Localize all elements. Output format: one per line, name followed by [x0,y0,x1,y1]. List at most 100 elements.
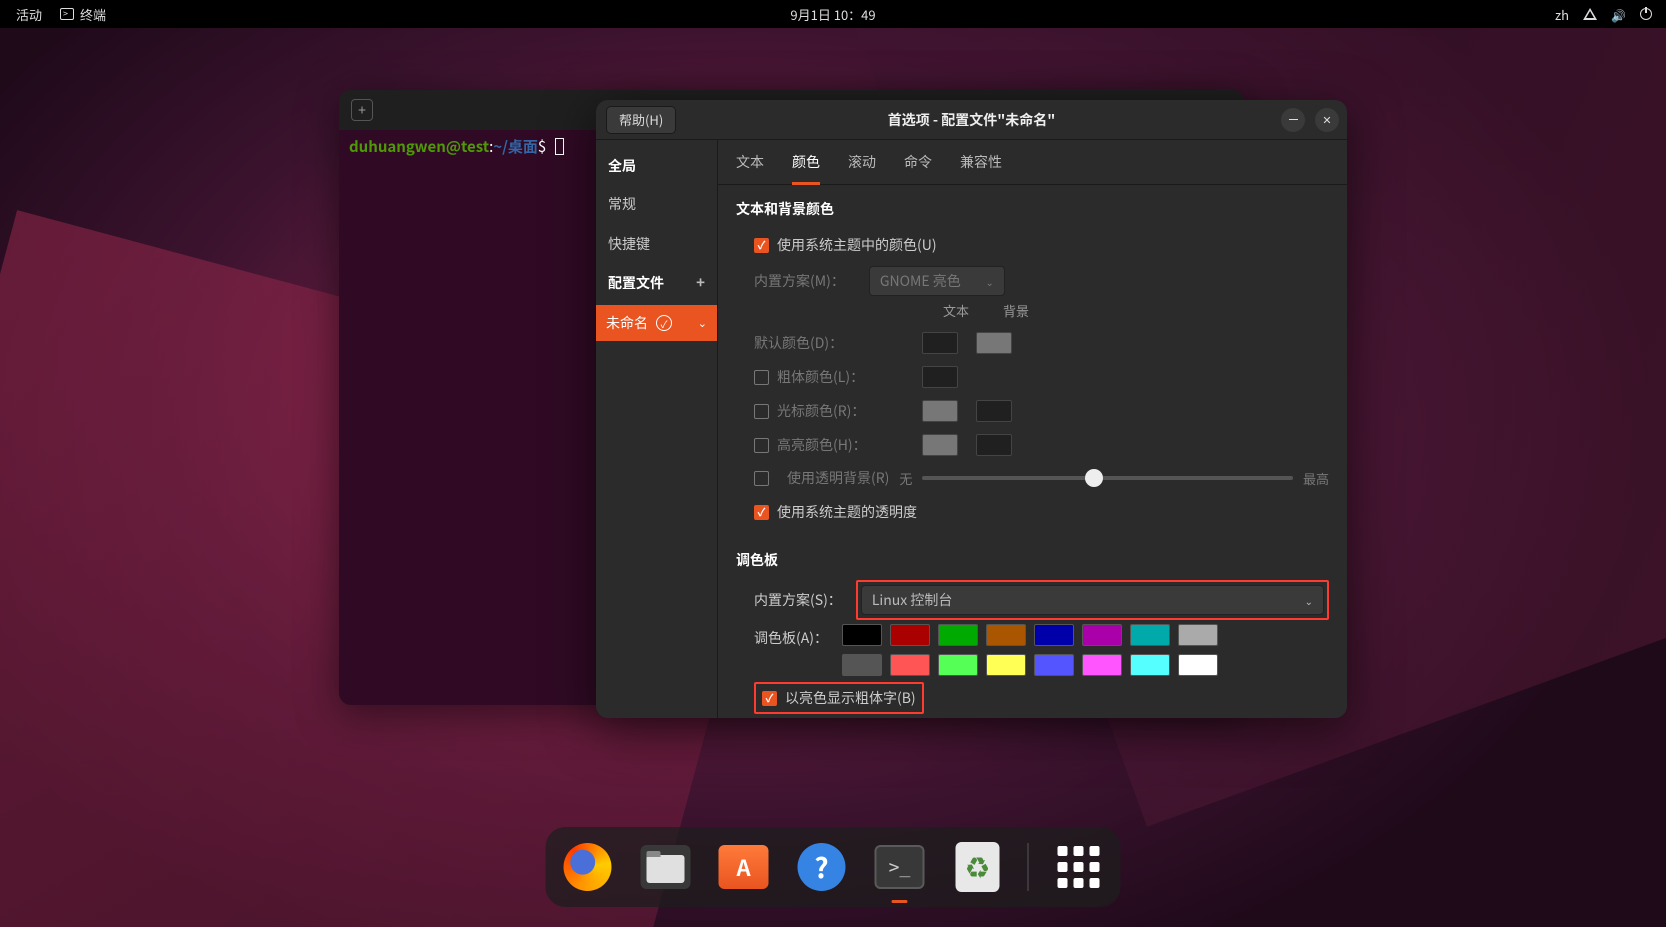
palette-swatch[interactable] [1130,624,1170,646]
swatch-cursor-text [922,400,958,422]
new-tab-button[interactable]: + [351,99,373,121]
prefs-content: 文本 颜色 滚动 命令 兼容性 文本和背景颜色 使用系统主题中的颜色(U) 内置… [718,140,1347,718]
palette-swatch[interactable] [1130,654,1170,676]
palette-swatch[interactable] [890,624,930,646]
section-title-text-bg: 文本和背景颜色 [736,199,1329,219]
clock[interactable]: 9月1日 10：49 [790,5,875,24]
palette-swatch[interactable] [890,654,930,676]
checkbox-highlight-color[interactable] [754,438,769,453]
checkbox-use-theme-colors[interactable] [754,238,769,253]
tab-compat[interactable]: 兼容性 [960,152,1002,184]
palette-swatch[interactable] [1034,654,1074,676]
network-icon[interactable] [1583,8,1597,20]
tab-text[interactable]: 文本 [736,152,764,184]
active-app-label: 终端 [80,5,106,24]
label-palette-scheme: 内置方案(S)： [754,590,842,610]
swatch-highlight-bg [976,434,1012,456]
label-default-color: 默认颜色(D)： [754,333,843,353]
prefs-tabs: 文本 颜色 滚动 命令 兼容性 [718,140,1347,185]
sidebar-profile-unnamed[interactable]: 未命名 ⌄ [596,305,717,341]
sidebar-heading-profiles: 配置文件 + [596,264,717,301]
palette-swatch[interactable] [986,654,1026,676]
checkbox-use-theme-transparency[interactable] [754,505,769,520]
label-cursor-color: 光标颜色(R)： [777,401,865,421]
prefs-title: 首选项 - 配置文件"未命名" [888,110,1056,130]
prefs-titlebar: 帮助(H) 首选项 - 配置文件"未命名" [596,100,1347,140]
column-header-bg: 背景 [996,301,1036,320]
terminal-app-icon [875,845,925,889]
chevron-down-icon: ⌄ [1305,593,1313,608]
palette-swatch[interactable] [1178,654,1218,676]
swatch-highlight-text [922,434,958,456]
palette-swatch[interactable] [842,654,882,676]
dock-help[interactable] [794,839,850,895]
label-transparent-bg: 使用透明背景(R) [787,468,889,488]
tab-scrolling[interactable]: 滚动 [848,152,876,184]
activities-button[interactable]: 活动 [16,5,42,24]
apps-grid-icon [1055,843,1103,891]
swatch-default-bg [976,332,1012,354]
label-use-theme-colors: 使用系统主题中的颜色(U) [777,235,937,255]
palette-swatch[interactable] [938,654,978,676]
label-palette: 调色板(A)： [754,624,828,648]
checkbox-transparent-bg[interactable] [754,471,769,486]
volume-icon[interactable] [1611,5,1626,24]
dropdown-palette-scheme[interactable]: Linux 控制台 ⌄ [861,585,1324,615]
slider-label-max: 最高 [1303,469,1329,488]
palette-grid [842,624,1218,676]
trash-icon [956,842,1000,892]
prompt-dollar: $ [538,136,546,157]
label-builtin-scheme: 内置方案(M)： [754,271,845,291]
slider-label-min: 无 [899,469,912,488]
checkbox-bold-color[interactable] [754,370,769,385]
label-highlight-color: 高亮颜色(H)： [777,435,867,455]
dock-apps[interactable] [1051,839,1107,895]
tab-colors[interactable]: 颜色 [792,152,820,185]
highlight-bold-bright: 以亮色显示粗体字(B) [754,682,924,714]
swatch-bold-text [922,366,958,388]
minimize-button[interactable] [1281,108,1305,132]
palette-swatch[interactable] [1034,624,1074,646]
dock-trash[interactable] [950,839,1006,895]
tab-command[interactable]: 命令 [904,152,932,184]
sidebar-item-shortcuts[interactable]: 快捷键 [596,224,717,264]
palette-swatch[interactable] [1082,624,1122,646]
add-profile-button[interactable]: + [696,272,705,293]
software-icon [719,845,769,889]
prompt-user-host: duhuangwen@test [349,136,489,157]
preferences-dialog: 帮助(H) 首选项 - 配置文件"未命名" 全局 常规 快捷键 配置文件 + 未… [596,100,1347,718]
firefox-icon [564,843,612,891]
dropdown-builtin-scheme: GNOME 亮色 ⌄ [869,266,1005,296]
transparency-slider [922,476,1293,480]
dock-firefox[interactable] [560,839,616,895]
dock-files[interactable] [638,839,694,895]
column-header-text: 文本 [936,301,976,320]
ime-indicator[interactable]: zh [1555,5,1569,24]
highlight-palette-scheme: Linux 控制台 ⌄ [856,580,1329,620]
dock [546,827,1121,907]
sidebar-heading-global: 全局 [596,148,717,184]
dock-terminal[interactable] [872,839,928,895]
palette-swatch[interactable] [938,624,978,646]
checkbox-cursor-color[interactable] [754,404,769,419]
palette-swatch[interactable] [1178,624,1218,646]
active-app-indicator[interactable]: 终端 [60,5,106,24]
help-menu-button[interactable]: 帮助(H) [606,106,676,134]
label-use-theme-transparency: 使用系统主题的透明度 [777,502,917,522]
close-button[interactable] [1315,108,1339,132]
palette-swatch[interactable] [1082,654,1122,676]
sidebar-item-general[interactable]: 常规 [596,184,717,224]
terminal-icon [60,8,74,20]
slider-thumb [1085,469,1103,487]
chevron-down-icon[interactable]: ⌄ [698,315,707,331]
profile-name-label: 未命名 [606,313,648,333]
dock-software[interactable] [716,839,772,895]
palette-swatch[interactable] [842,624,882,646]
checkbox-bold-bright[interactable] [762,691,777,706]
label-bold-bright: 以亮色显示粗体字(B) [785,688,916,708]
prefs-sidebar: 全局 常规 快捷键 配置文件 + 未命名 ⌄ [596,140,718,718]
dock-separator [1028,843,1029,891]
power-icon[interactable] [1640,8,1652,20]
palette-swatch[interactable] [986,624,1026,646]
prompt-path: ~/桌面 [493,136,538,157]
